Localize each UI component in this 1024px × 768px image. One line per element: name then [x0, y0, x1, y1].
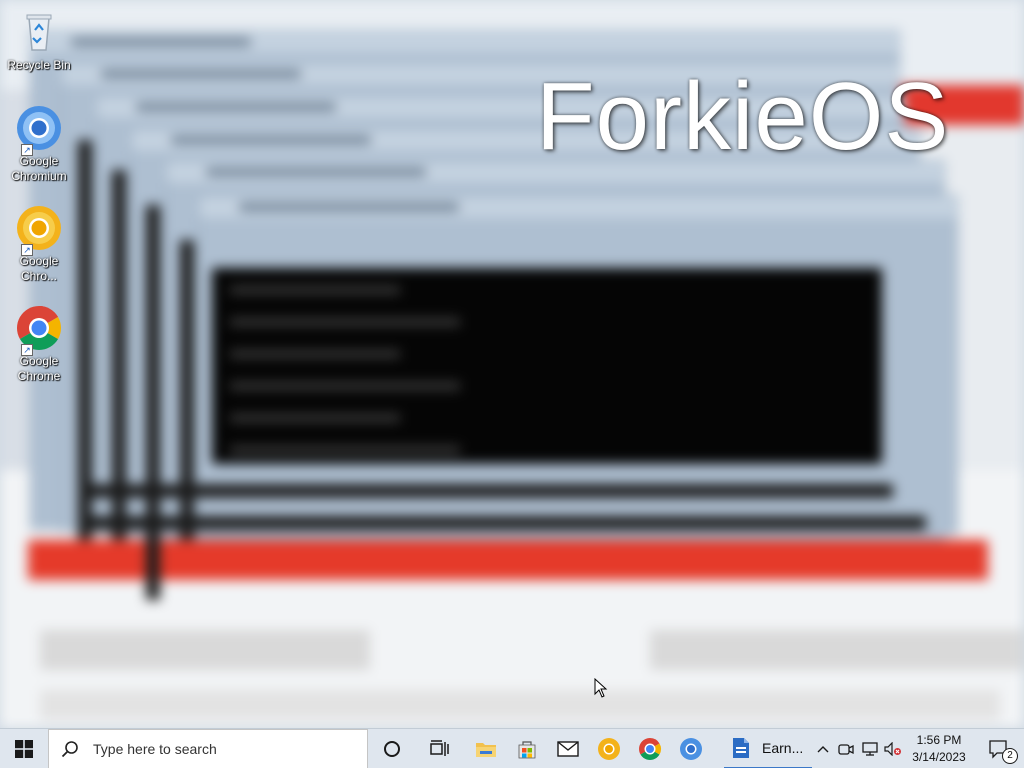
desktop-icon-google-chromium[interactable]: ↗ Google Chromium	[4, 104, 74, 184]
desktop-icon-label: Recycle Bin	[7, 58, 71, 72]
chromium-icon	[680, 738, 702, 760]
start-button[interactable]	[0, 729, 48, 768]
shortcut-arrow-icon: ↗	[21, 244, 33, 256]
store-icon	[518, 741, 536, 759]
desktop-icon-recycle-bin[interactable]: Recycle Bin	[4, 8, 74, 73]
task-view-button[interactable]	[420, 729, 460, 768]
action-center-button[interactable]: 2	[980, 729, 1020, 768]
clock-date: 3/14/2023	[912, 750, 966, 764]
chrome-icon	[639, 738, 661, 760]
recycle-bin-icon	[15, 8, 63, 56]
show-hidden-icons-button[interactable]	[814, 729, 832, 768]
mail-icon	[557, 741, 579, 757]
document-icon	[733, 738, 749, 758]
os-watermark: ForkieOS	[536, 63, 950, 170]
taskbar: Type here to search Earn... 1:56 PM 3/14…	[0, 728, 1024, 768]
search-placeholder: Type here to search	[93, 741, 217, 757]
notification-count-badge: 2	[1002, 748, 1018, 764]
clock-time: 1:56 PM	[916, 733, 962, 747]
taskbar-search-box[interactable]: Type here to search	[48, 729, 368, 768]
meet-now-button[interactable]	[836, 729, 856, 768]
chrome-canary-icon: ↗	[15, 204, 63, 256]
chrome-canary-icon	[598, 738, 620, 760]
desktop-icon-google-chrome-canary[interactable]: ↗ Google Chro...	[4, 204, 74, 284]
chevron-up-icon	[817, 746, 829, 753]
chromium-taskbar-button[interactable]	[671, 729, 711, 768]
desktop-icon-label: Google Chro...	[19, 254, 59, 283]
folder-icon	[476, 743, 496, 757]
circle-icon	[384, 741, 400, 757]
mail-button[interactable]	[548, 729, 588, 768]
chromium-icon: ↗	[15, 104, 63, 156]
taskbar-clock[interactable]: 1:56 PM 3/14/2023	[900, 732, 978, 766]
network-button[interactable]	[860, 729, 880, 768]
camera-icon	[838, 744, 854, 755]
chrome-canary-taskbar-button[interactable]	[589, 729, 629, 768]
desktop-icon-label: Google Chromium	[11, 154, 67, 183]
taskbar-app-label: Earn...	[762, 740, 804, 756]
mouse-cursor-icon	[594, 677, 608, 703]
file-explorer-button[interactable]	[466, 729, 506, 768]
windows-logo-icon	[15, 740, 33, 758]
taskbar-app-earn[interactable]: Earn...	[724, 729, 812, 768]
chrome-taskbar-button[interactable]	[630, 729, 670, 768]
network-icon	[862, 742, 878, 756]
task-view-icon	[430, 740, 449, 756]
store-button[interactable]	[507, 729, 547, 768]
shortcut-arrow-icon: ↗	[21, 144, 33, 156]
desktop-icon-label: Google Chrome	[17, 354, 61, 383]
cortana-button[interactable]	[372, 729, 412, 768]
chrome-icon: ↗	[15, 304, 63, 356]
search-icon	[61, 741, 78, 758]
shortcut-arrow-icon: ↗	[21, 344, 33, 356]
desktop-icon-google-chrome[interactable]: ↗ Google Chrome	[4, 304, 74, 384]
